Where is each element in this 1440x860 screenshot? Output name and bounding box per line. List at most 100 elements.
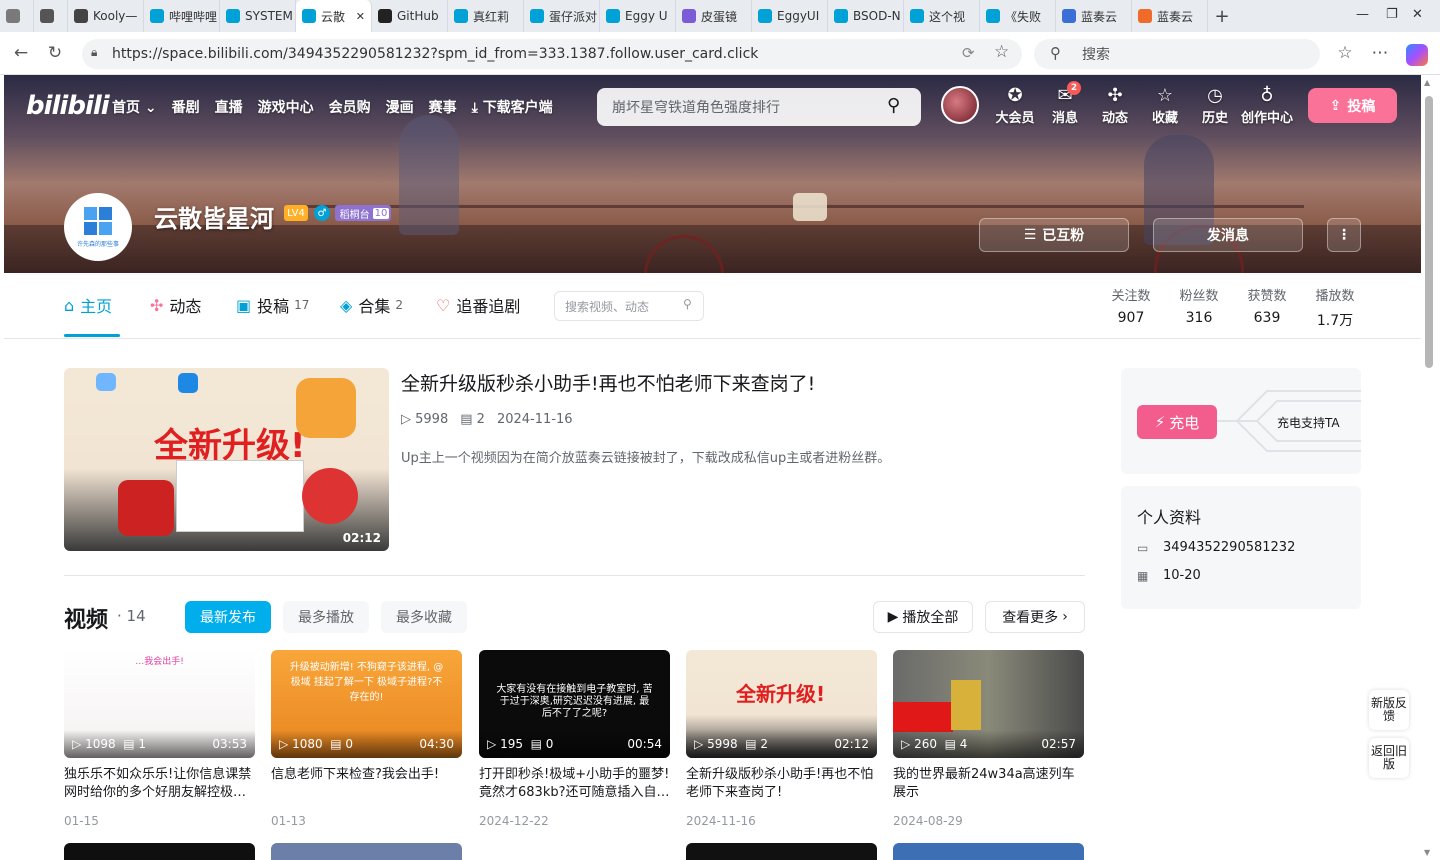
browser-tab[interactable]: 皮蛋镜	[676, 0, 752, 32]
creator-center-button[interactable]: ♁ 创作中心	[1239, 85, 1295, 126]
browser-tab[interactable]	[34, 0, 68, 32]
browser-search-box[interactable]: ⚲ 搜索	[1034, 39, 1320, 69]
video-thumbnail-peek[interactable]	[64, 843, 255, 860]
video-thumbnail[interactable]: ▷ 260 ▤ 4 02:57	[893, 650, 1084, 758]
video-card[interactable]: …我会出手! ▷ 1098 ▤ 1 03:53 独乐乐不如众乐乐!让你信息课禁网时给你…	[64, 650, 255, 828]
video-card[interactable]: 大家有没有在接触到电子教室时, 苦于过于深奥,研究迟迟没有进展, 最后不了了之呢…	[479, 650, 670, 828]
browser-tab[interactable]: GitHub	[372, 0, 448, 32]
back-icon[interactable]: ←	[8, 40, 34, 66]
browser-tab[interactable]: 蓝奏云	[1056, 0, 1132, 32]
sort-most-played-button[interactable]: 最多播放	[283, 601, 369, 633]
tab-bangumi[interactable]: ♡ 追番追剧	[436, 293, 520, 317]
feedback-button[interactable]: 新版反馈	[1369, 690, 1409, 730]
nav-mall[interactable]: 会员购	[329, 97, 371, 117]
close-window-icon[interactable]: ✕	[1412, 7, 1423, 22]
favorites-icon[interactable]: ☆	[1332, 40, 1358, 66]
more-options-icon[interactable]: ⋮	[1327, 218, 1361, 252]
refresh-icon[interactable]: ↻	[42, 40, 68, 66]
star-icon[interactable]: ☆	[994, 42, 1009, 62]
vip-button[interactable]: ✪ 大会员	[993, 85, 1037, 126]
featured-video-thumbnail[interactable]: 全新升级! 02:12	[64, 368, 389, 551]
search-icon[interactable]: ⚲	[887, 95, 900, 116]
main-search-input[interactable]: 崩坏星穹铁道角色强度排行 ⚲	[597, 88, 921, 126]
video-thumbnail[interactable]: …我会出手! ▷ 1098 ▤ 1 03:53	[64, 650, 255, 758]
sort-most-favorited-button[interactable]: 最多收藏	[381, 601, 467, 633]
video-card[interactable]: 全新升级! ▷ 5998 ▤ 2 02:12 全新升级版秒杀小助手!再也不怕老师下来查…	[686, 650, 877, 828]
tab-home[interactable]: ⌂ 主页	[64, 293, 112, 317]
send-message-button[interactable]: 发消息	[1153, 218, 1303, 252]
browser-tab[interactable]	[0, 0, 34, 32]
video-title[interactable]: 全新升级版秒杀小助手!再也不怕老师下来查岗了!	[686, 766, 877, 802]
scrollbar-thumb[interactable]	[1425, 96, 1433, 368]
bilibili-logo[interactable]: bilibili	[26, 91, 110, 121]
new-tab-button[interactable]: +	[1208, 6, 1236, 27]
featured-video-title[interactable]: 全新升级版秒杀小助手!再也不怕老师下来查岗了!	[401, 369, 815, 396]
profile-avatar[interactable]: 许先森的那些事	[64, 193, 132, 261]
browser-tab[interactable]: 云散 ✕	[296, 0, 372, 32]
nav-esports[interactable]: 赛事	[429, 97, 457, 117]
video-title[interactable]: 独乐乐不如众乐乐!让你信息课禁网时给你的多个好朋友解控极…	[64, 766, 255, 802]
dynamic-button[interactable]: ✣ 动态	[1093, 85, 1137, 126]
stat-followers[interactable]: 粉丝数 316	[1174, 285, 1224, 326]
video-thumbnail-peek[interactable]	[271, 843, 462, 860]
browser-tab[interactable]: Eggy U	[600, 0, 676, 32]
site-info-icon[interactable]: 🔒︎	[91, 45, 97, 60]
return-old-version-button[interactable]: 返回旧版	[1369, 738, 1409, 778]
minimize-icon[interactable]: —	[1356, 7, 1369, 22]
browser-tab[interactable]: 哔哩哔哩	[144, 0, 220, 32]
sort-latest-button[interactable]: 最新发布	[185, 601, 271, 633]
nav-game-center[interactable]: 游戏中心	[258, 97, 314, 117]
fan-medal[interactable]: 稻桐台 10	[335, 205, 391, 221]
nav-anime[interactable]: 番剧	[172, 97, 200, 117]
space-search-input[interactable]: 搜索视频、动态 ⚲	[554, 291, 704, 321]
mutual-follow-button[interactable]: ☰ 已互粉	[979, 218, 1129, 252]
tab-dynamic[interactable]: ✣ 动态	[150, 293, 201, 317]
video-duration: 02:57	[1041, 737, 1076, 751]
nav-download-client[interactable]: ⤓ 下载客户端	[472, 97, 553, 117]
favorite-button[interactable]: ☆ 收藏	[1143, 85, 1187, 126]
video-thumbnail[interactable]: 全新升级! ▷ 5998 ▤ 2 02:12	[686, 650, 877, 758]
video-title[interactable]: 信息老师下来检查?我会出手!	[271, 766, 462, 802]
nav-live[interactable]: 直播	[215, 97, 243, 117]
history-button[interactable]: ◷ 历史	[1193, 85, 1237, 126]
video-thumbnail-peek[interactable]	[686, 843, 877, 860]
browser-tab[interactable]: SYSTEM	[220, 0, 296, 32]
translate-icon[interactable]: ⟳	[962, 44, 975, 62]
browser-tab[interactable]: 这个视	[904, 0, 980, 32]
video-card[interactable]: ▷ 260 ▤ 4 02:57 我的世界最新24w34a高速列车展示 2024-08-…	[893, 650, 1084, 828]
browser-tab[interactable]: 真红莉	[448, 0, 524, 32]
copilot-icon[interactable]	[1406, 44, 1428, 66]
video-thumbnail[interactable]: 大家有没有在接触到电子教室时, 苦于过于深奥,研究迟迟没有进展, 最后不了了之呢…	[479, 650, 670, 758]
charge-button[interactable]: ⚡︎ 充电	[1137, 405, 1217, 439]
video-card[interactable]: 升级被动新增! 不狗窥子该进程, @极域 挂起了解一下 极域子进程?不存在的! ▷…	[271, 650, 462, 828]
video-thumbnail-peek[interactable]	[893, 843, 1084, 860]
scroll-up-icon[interactable]: ▲	[1424, 78, 1430, 87]
browser-tab[interactable]: 蛋仔派对	[524, 0, 600, 32]
video-title[interactable]: 打开即秒杀!极域+小助手的噩梦!竟然才683kb?还可随意插入自…	[479, 766, 670, 802]
videos-title[interactable]: 视频	[64, 602, 108, 634]
scroll-down-icon[interactable]: ▼	[1424, 848, 1430, 857]
video-thumbnail[interactable]: 升级被动新增! 不狗窥子该进程, @极域 挂起了解一下 极域子进程?不存在的! ▷…	[271, 650, 462, 758]
url-bar[interactable]: 🔒︎ https://space.bilibili.com/3494352290…	[82, 39, 1022, 69]
see-more-button[interactable]: 查看更多 ›	[985, 601, 1085, 633]
video-title[interactable]: 我的世界最新24w34a高速列车展示	[893, 766, 1084, 802]
user-avatar[interactable]	[941, 86, 979, 124]
upload-button[interactable]: ⇪ 投稿	[1308, 88, 1397, 123]
search-icon[interactable]: ⚲	[683, 297, 692, 311]
close-tab-icon[interactable]: ✕	[356, 10, 365, 23]
browser-tab[interactable]: 蓝奏云	[1132, 0, 1208, 32]
maximize-icon[interactable]: ❐	[1386, 7, 1398, 22]
tab-collections[interactable]: ◈ 合集 2	[340, 293, 403, 317]
nav-home[interactable]: 首页 ⌄	[112, 97, 157, 117]
message-button[interactable]: ✉ 消息 2	[1043, 81, 1087, 126]
chevron-right-icon: ›	[1062, 609, 1068, 625]
more-menu-icon[interactable]: ⋯	[1367, 40, 1393, 66]
nav-manga[interactable]: 漫画	[386, 97, 414, 117]
browser-tab[interactable]: 《失败	[980, 0, 1056, 32]
browser-tab[interactable]: BSOD-N	[828, 0, 904, 32]
play-all-button[interactable]: ▶ 播放全部	[873, 601, 973, 633]
browser-tab[interactable]: EggyUI	[752, 0, 828, 32]
stat-following[interactable]: 关注数 907	[1106, 285, 1156, 326]
tab-uploads[interactable]: ▣ 投稿 17	[236, 293, 309, 317]
browser-tab[interactable]: Kooly—	[68, 0, 144, 32]
